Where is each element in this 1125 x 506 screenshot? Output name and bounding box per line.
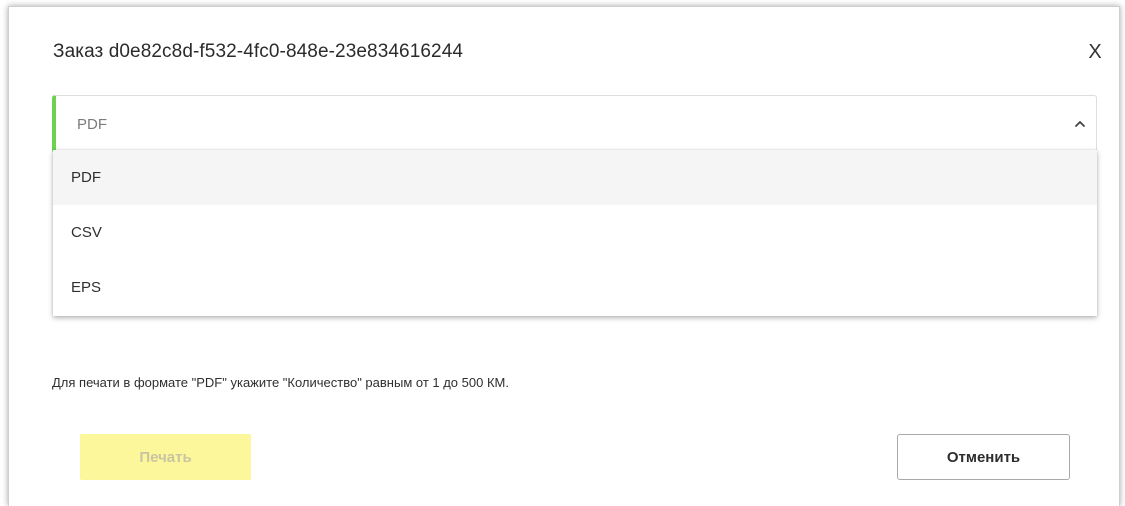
chevron-up-icon	[1075, 121, 1085, 127]
option-eps[interactable]: EPS	[53, 260, 1097, 315]
dialog-title: Заказ d0e82c8d-f532-4fc0-848e-23e8346162…	[53, 41, 464, 62]
format-select-value: PDF	[77, 116, 107, 133]
print-order-dialog: Заказ d0e82c8d-f532-4fc0-848e-23e8346162…	[8, 6, 1120, 506]
format-select[interactable]: PDF	[52, 95, 1097, 153]
option-pdf[interactable]: PDF	[53, 150, 1097, 205]
option-label: EPS	[71, 279, 102, 296]
format-dropdown-menu: PDF CSV EPS	[53, 150, 1097, 316]
print-hint-text: Для печати в формате "PDF" укажите "Коли…	[52, 375, 509, 390]
option-label: CSV	[71, 224, 102, 241]
close-button[interactable]: X	[1081, 37, 1109, 67]
option-label: PDF	[71, 169, 101, 186]
print-button[interactable]: Печать	[80, 434, 251, 480]
cancel-button[interactable]: Отменить	[897, 434, 1070, 480]
option-csv[interactable]: CSV	[53, 205, 1097, 260]
